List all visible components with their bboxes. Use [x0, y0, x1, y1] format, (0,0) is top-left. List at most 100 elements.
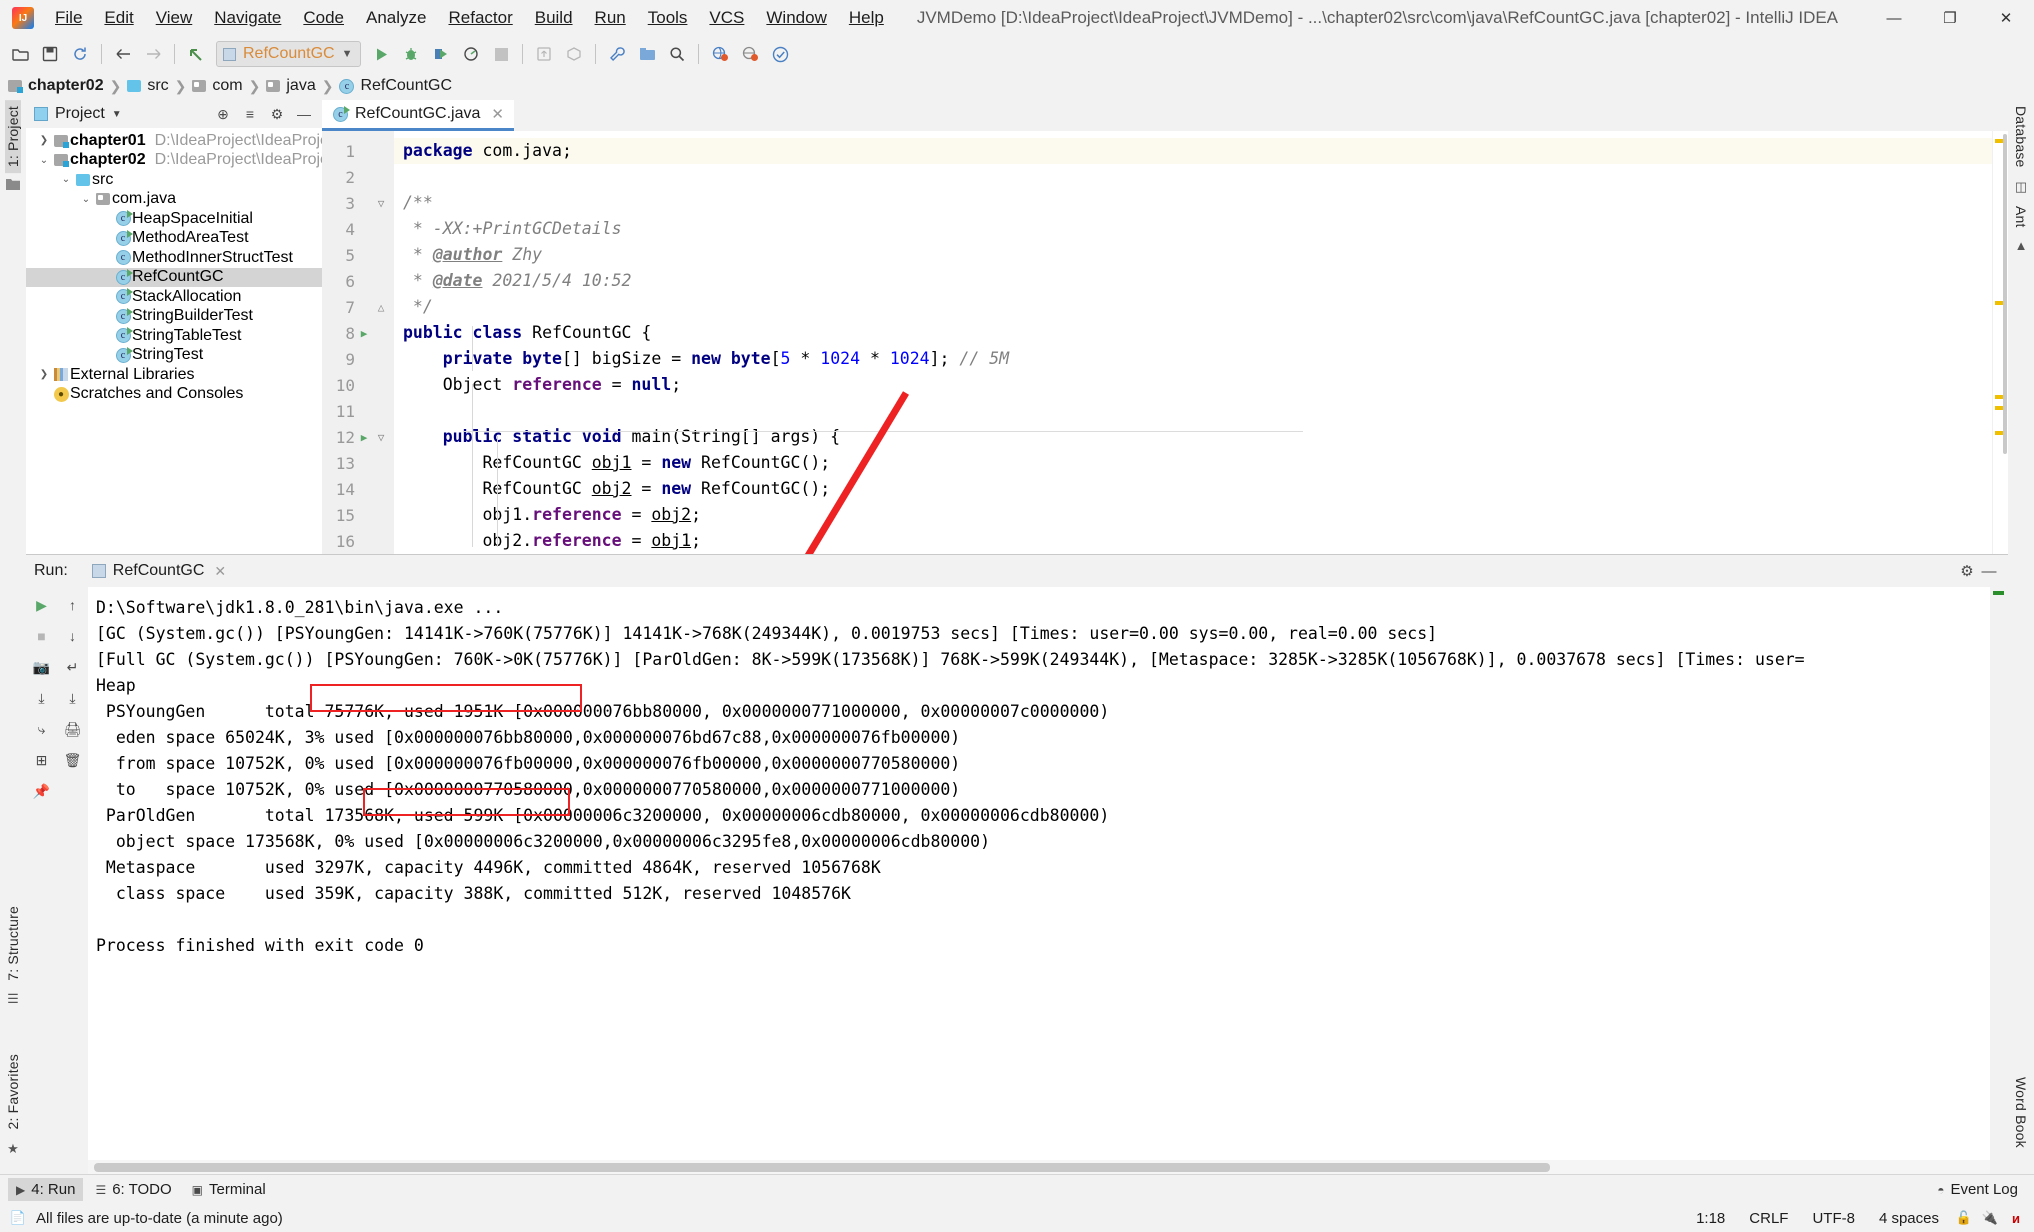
pin-icon[interactable]: 📌 — [31, 781, 53, 801]
breadcrumb-item-chapter02[interactable]: chapter02 — [8, 77, 104, 95]
menu-refactor[interactable]: Refactor — [437, 4, 523, 32]
back-to-edit-location-icon[interactable] — [182, 40, 210, 68]
chevron-down-icon[interactable]: ⌄ — [58, 174, 74, 185]
chevron-down-icon[interactable]: ⌄ — [36, 155, 52, 166]
sidebar-tab-project[interactable]: 1: Project — [5, 100, 21, 174]
fold-icon-12[interactable]: ▽ — [373, 431, 389, 444]
fold-end-icon-7[interactable]: △ — [373, 301, 389, 314]
menu-navigate[interactable]: Navigate — [203, 4, 292, 32]
tree-node-chapter02[interactable]: ⌄ chapter02 D:\IdeaProject\IdeaProject\J… — [26, 151, 322, 171]
sidebar-tab-database[interactable]: Database — [2013, 100, 2029, 174]
check-icon[interactable] — [766, 40, 794, 68]
sidebar-tab-word-book[interactable]: Word Book — [2013, 1071, 2029, 1154]
menu-edit[interactable]: Edit — [93, 4, 144, 32]
breadcrumb-item-com[interactable]: com — [192, 77, 243, 95]
sync-icon[interactable] — [66, 40, 94, 68]
tree-node-chapter01[interactable]: ❯ chapter01 D:\IdeaProject\IdeaProject\J… — [26, 131, 322, 151]
camera-icon[interactable]: 📷 — [31, 657, 53, 677]
breadcrumb-item-src[interactable]: src — [127, 77, 169, 95]
search-everywhere-icon[interactable] — [663, 40, 691, 68]
project-structure-icon[interactable] — [633, 40, 661, 68]
console-horizontal-scrollbar[interactable] — [88, 1160, 1990, 1174]
clear-all-icon[interactable]: 🗑 — [62, 750, 84, 770]
menu-view[interactable]: View — [145, 4, 204, 32]
stop-icon[interactable] — [487, 40, 515, 68]
forward-icon[interactable] — [139, 40, 167, 68]
menu-run[interactable]: Run — [584, 4, 637, 32]
open-project-icon[interactable] — [6, 40, 34, 68]
menu-tools[interactable]: Tools — [637, 4, 699, 32]
tree-node-stringtest[interactable]: c StringTest — [26, 346, 322, 366]
chevron-down-icon[interactable]: ⌄ — [78, 194, 94, 205]
editor-tab-refcountgc-java[interactable]: c RefCountGC.java ✕ — [322, 100, 514, 131]
run-icon[interactable] — [367, 40, 395, 68]
event-log-button[interactable]: ◓ Event Log — [1929, 1178, 2026, 1201]
run-with-coverage-icon[interactable] — [427, 40, 455, 68]
tree-node-heapspaceinitial[interactable]: c HeapSpaceInitial — [26, 209, 322, 229]
lock-icon[interactable]: 🔓 — [1956, 1210, 1972, 1226]
menu-bar[interactable]: File Edit View Navigate Code Analyze Ref… — [44, 4, 895, 32]
close-icon[interactable]: ✕ — [491, 105, 504, 123]
back-icon[interactable] — [109, 40, 137, 68]
console-output[interactable]: D:\Software\jdk1.8.0_281\bin\java.exe ..… — [88, 587, 1990, 1174]
breadcrumb-item-java[interactable]: java — [266, 77, 316, 95]
save-all-icon[interactable] — [36, 40, 64, 68]
rerun-icon[interactable]: ▶ — [31, 595, 53, 615]
menu-file[interactable]: File — [44, 4, 93, 32]
menu-code[interactable]: Code — [292, 4, 355, 32]
maximize-button[interactable]: ❐ — [1922, 0, 1978, 36]
scroll-up-icon[interactable]: ↑ — [62, 595, 84, 615]
sidebar-tab-favorites[interactable]: 2: Favorites — [5, 1048, 21, 1136]
layout-icon[interactable]: ⊞ — [31, 750, 53, 770]
scroll-end-icon[interactable]: ⤓ — [62, 688, 84, 708]
menu-analyze[interactable]: Analyze — [355, 4, 437, 32]
tree-node-stringbuildertest[interactable]: c StringBuilderTest — [26, 307, 322, 327]
menu-help[interactable]: Help — [838, 4, 895, 32]
tree-node-stringtabletest[interactable]: c StringTableTest — [26, 326, 322, 346]
hide-icon[interactable]: — — [294, 104, 314, 124]
inspection-icon[interactable]: 🔌 — [1982, 1210, 1998, 1226]
toolwindow-tab-run[interactable]: ▶ 4: Run — [8, 1178, 84, 1201]
hide-icon[interactable]: — — [1978, 560, 2000, 582]
close-button[interactable]: ✕ — [1978, 0, 2034, 36]
locate-icon[interactable]: ⊕ — [213, 104, 233, 124]
profile-icon[interactable] — [457, 40, 485, 68]
translate-icon[interactable] — [706, 40, 734, 68]
print-icon[interactable]: 🖨 — [62, 719, 84, 739]
menu-window[interactable]: Window — [755, 4, 837, 32]
caret-position[interactable]: 1:18 — [1689, 1208, 1732, 1229]
sidebar-tab-structure[interactable]: 7: Structure — [5, 900, 21, 987]
update-application-icon[interactable] — [530, 40, 558, 68]
tree-node-methodinnerstructtest[interactable]: c MethodInnerStructTest — [26, 248, 322, 268]
settings-gear-icon[interactable]: ⚙ — [1956, 560, 1978, 582]
settings-icon[interactable] — [603, 40, 631, 68]
soft-wrap-icon[interactable]: ↵ — [62, 657, 84, 677]
toolwindow-tab-terminal[interactable]: ▣ Terminal — [184, 1178, 274, 1201]
run-class-gutter-icon[interactable]: ▶ — [355, 327, 373, 340]
console-vertical-scrollbar[interactable] — [1990, 587, 2008, 1174]
debug-icon[interactable] — [397, 40, 425, 68]
export-icon[interactable]: ⤷ — [31, 719, 53, 739]
run-method-gutter-icon[interactable]: ▶ — [355, 431, 373, 444]
tree-node-stackallocation[interactable]: c StackAllocation — [26, 287, 322, 307]
tree-node-comjava[interactable]: ⌄ com.java — [26, 190, 322, 210]
toolwindow-tab-todo[interactable]: ☰ 6: TODO — [87, 1178, 179, 1201]
breadcrumb-item-refcountgc[interactable]: c RefCountGC — [339, 77, 452, 95]
file-encoding[interactable]: UTF-8 — [1805, 1208, 1862, 1229]
menu-vcs[interactable]: VCS — [698, 4, 755, 32]
scrollbar-thumb[interactable] — [94, 1163, 1550, 1172]
tree-node-refcountgc[interactable]: c RefCountGC — [26, 267, 322, 287]
indent-setting[interactable]: 4 spaces — [1872, 1208, 1946, 1229]
sidebar-tab-ant[interactable]: Ant — [2013, 200, 2029, 234]
tree-node-external-libraries[interactable]: ❯ External Libraries — [26, 365, 322, 385]
minimize-button[interactable]: — — [1866, 0, 1922, 36]
chevron-down-icon[interactable]: ▼ — [112, 109, 122, 120]
chevron-right-icon[interactable]: ❯ — [36, 369, 52, 380]
suppress-icon[interactable]: ⤓ — [31, 688, 53, 708]
chevron-right-icon[interactable]: ❯ — [36, 135, 52, 146]
tree-node-scratches-and-consoles[interactable]: ● Scratches and Consoles — [26, 385, 322, 405]
fold-icon-3[interactable]: ▽ — [373, 197, 389, 210]
editor-area[interactable]: 1 2 3 ▽ 4 5 6 7 △ 8 ▶ 9 10 11 12 ▶ ▽ 13 … — [322, 131, 2008, 554]
editor-gutter[interactable]: 1 2 3 ▽ 4 5 6 7 △ 8 ▶ 9 10 11 12 ▶ ▽ 13 … — [322, 131, 394, 554]
tree-node-methodareatest[interactable]: c MethodAreaTest — [26, 229, 322, 249]
